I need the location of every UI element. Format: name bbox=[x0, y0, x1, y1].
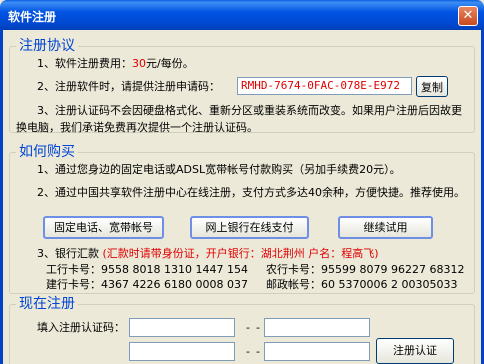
account-name: 工行卡号： bbox=[46, 263, 101, 276]
bank-transfer: 3、银行汇款 (汇款时请带身份证，开户银行：湖北荆州 户名：程高飞) bbox=[37, 247, 379, 260]
code-field-2[interactable] bbox=[264, 318, 370, 337]
purchase-legend: 如何购买 bbox=[16, 144, 78, 160]
code-field-4[interactable] bbox=[264, 342, 370, 361]
dash-separator: - bbox=[246, 345, 250, 358]
register-button[interactable]: 注册认证 bbox=[376, 338, 454, 364]
code-label: 2、注册软件时，请提供注册申请码： bbox=[37, 80, 220, 93]
account-number: 95599 8079 96227 68312 bbox=[321, 263, 465, 276]
fee-suffix: 元/每份。 bbox=[146, 57, 194, 70]
account-abc: 农行卡号：95599 8079 96227 68312 bbox=[266, 263, 464, 276]
code-field-1[interactable] bbox=[129, 318, 235, 337]
dash-separator: - bbox=[256, 321, 260, 334]
close-button[interactable]: ✕ bbox=[458, 6, 478, 26]
fee-prefix: 1、软件注册费用： bbox=[37, 57, 132, 70]
fee-text: 1、软件注册费用：30元/每份。 bbox=[37, 57, 194, 70]
account-ccb: 建行卡号：4367 4226 6180 0008 037 bbox=[46, 278, 248, 291]
close-icon: ✕ bbox=[462, 8, 474, 23]
online-bank-button[interactable]: 网上银行在线支付 bbox=[190, 216, 309, 239]
account-post: 邮政帐号：60 5370006 2 00305033 bbox=[266, 278, 457, 291]
title-bar: 软件注册 ✕ bbox=[0, 0, 484, 30]
account-name: 建行卡号： bbox=[46, 278, 101, 291]
bank-label: 3、银行汇款 bbox=[37, 247, 99, 260]
account-number: 9558 8018 1310 1447 154 bbox=[101, 263, 248, 276]
account-name: 邮政帐号： bbox=[266, 278, 321, 291]
continue-trial-button[interactable]: 继续试用 bbox=[338, 216, 433, 239]
copy-button[interactable]: 复制 bbox=[416, 76, 448, 97]
dash-separator: - bbox=[256, 345, 260, 358]
account-number: 60 5370006 2 00305033 bbox=[321, 278, 458, 291]
bank-note: (汇款时请带身份证，开户银行：湖北荆州 户名：程高飞) bbox=[102, 247, 379, 260]
fee-value: 30 bbox=[132, 57, 146, 70]
phone-payment-button[interactable]: 固定电话、宽带帐号 bbox=[43, 216, 164, 239]
purchase-item-2: 2、通过中国共享软件注册中心在线注册，支付方式多达40余种，方便快捷。推荐使用。 bbox=[37, 186, 465, 199]
window-title: 软件注册 bbox=[8, 10, 57, 24]
register-legend: 现在注册 bbox=[16, 296, 78, 312]
code-field-3[interactable] bbox=[129, 342, 235, 361]
register-input-label: 填入注册认证码： bbox=[37, 321, 125, 334]
purchase-item-1: 1、通过您身边的固定电话或ADSL宽带帐号付款购买（另加手续费20元）。 bbox=[37, 163, 401, 176]
account-name: 农行卡号： bbox=[266, 263, 321, 276]
account-icbc: 工行卡号：9558 8018 1310 1447 154 bbox=[46, 263, 248, 276]
account-number: 4367 4226 6180 0008 037 bbox=[101, 278, 248, 291]
dash-separator: - bbox=[246, 321, 250, 334]
request-code-field[interactable]: RMHD-7674-0FAC-078E-E972 bbox=[237, 77, 412, 95]
agreement-legend: 注册协议 bbox=[16, 38, 78, 54]
agreement-item-3: 3、注册认证码不会因硬盘格式化、重新分区或重装系统而改变。如果用户注册后因故更换… bbox=[16, 104, 462, 134]
